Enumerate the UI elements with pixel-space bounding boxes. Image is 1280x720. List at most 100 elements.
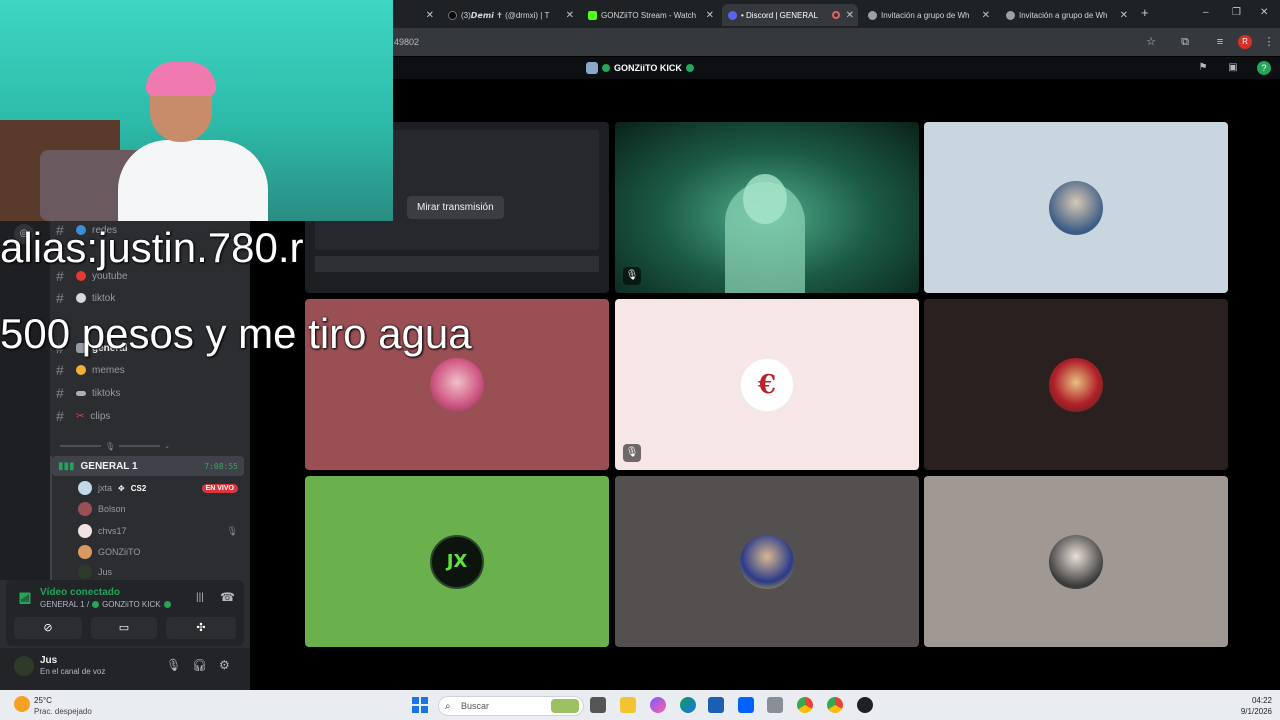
url-text[interactable]: 49802 (394, 37, 419, 47)
clock-time[interactable]: 04:22 (1240, 696, 1272, 705)
task-view-icon[interactable] (590, 697, 606, 713)
channel-tiktok[interactable]: # tiktok (56, 288, 246, 308)
user-avatar[interactable] (14, 656, 34, 676)
user-avatar (78, 565, 92, 579)
disconnect-icon[interactable]: ☎ (220, 590, 235, 604)
activity-tag: CS2 (130, 483, 147, 493)
close-tab-icon[interactable]: ✕ (846, 10, 854, 21)
signal-icon[interactable]: 📶︎ (18, 592, 32, 605)
voice-user-jus[interactable]: Jus (78, 565, 244, 579)
dropbox-icon[interactable] (738, 697, 754, 713)
voice-channel-general-1[interactable]: ▮▮▮ GENERAL 1 7:08:55 (52, 456, 244, 476)
browser-tab-tiktok[interactable]: (3)𝘿𝙚𝙢𝙞 ✝ (@drmxi) | T ✕ (442, 4, 578, 26)
participant-avatar: € (740, 357, 794, 412)
obs-icon[interactable] (857, 697, 873, 713)
browser-tab-whatsapp-2[interactable]: Invitación a grupo de Wh ✕ (1000, 4, 1132, 26)
voice-user-jxta[interactable]: jxta ✥ CS2 EN VIVO (78, 479, 244, 497)
voice-channel-path[interactable]: GENERAL 1 / GONZiiTO KICK (40, 600, 171, 609)
media-icon[interactable]: ≡ (1213, 35, 1227, 49)
participant-avatar (1049, 534, 1103, 589)
voice-user-chvs17[interactable]: chvs17 🎙︎ (78, 522, 244, 540)
activities-button[interactable]: ✣ (166, 617, 236, 639)
participant-tile-6[interactable] (615, 476, 919, 647)
headphones-icon[interactable]: 🎧︎ (192, 658, 207, 672)
weather-condition[interactable]: Prac. despejado (34, 707, 92, 716)
tab-label: Invitación a grupo de Wh (881, 10, 970, 20)
close-window-icon[interactable]: ✕ (1260, 7, 1268, 18)
participant-tile-5[interactable]: JX (305, 476, 609, 647)
user-name[interactable]: Jus (40, 655, 57, 666)
extensions-icon[interactable]: ⧉ (1178, 35, 1192, 49)
toggle-camera-button[interactable]: ⊘ (14, 617, 82, 639)
profile-avatar[interactable]: R (1238, 35, 1252, 49)
weather-sun-icon[interactable] (14, 696, 30, 712)
user-avatar (78, 545, 92, 559)
verified-dot (163, 601, 171, 608)
participant-tile-7[interactable] (924, 476, 1228, 647)
close-tab-icon[interactable]: ✕ (706, 10, 714, 21)
inbox-icon[interactable]: ▣ (1226, 62, 1240, 74)
new-tab-icon[interactable]: + (1141, 5, 1149, 20)
voice-timer: 7:08:55 (204, 461, 238, 471)
chrome-icon[interactable] (797, 697, 813, 713)
discord-icon (728, 10, 737, 20)
participant-tile-4[interactable] (924, 299, 1228, 470)
browser-tab-kick[interactable]: GONZiiTO Stream - Watch ✕ (582, 4, 718, 26)
voice-status[interactable]: Vídeo conectado (40, 587, 120, 598)
share-screen-button[interactable]: ▭ (91, 617, 157, 639)
watch-stream-button[interactable]: Mirar transmisión (407, 196, 504, 219)
copilot-icon[interactable] (650, 697, 666, 713)
voice-user-bolson[interactable]: Bolson (78, 500, 244, 518)
kick-icon (588, 10, 597, 20)
hash-icon: # (56, 290, 64, 306)
user-name: GONZiiTO (98, 547, 141, 557)
category-divider[interactable]: 🎙︎ ⌄ (60, 442, 170, 451)
clock-date[interactable]: 9/1/2026 (1232, 707, 1272, 716)
browser-tab-whatsapp-1[interactable]: Invitación a grupo de Wh ✕ (862, 4, 994, 26)
taskbar-search[interactable]: ⌕ Buscar (438, 696, 584, 716)
edge-icon[interactable] (680, 697, 696, 713)
file-explorer-icon[interactable] (620, 697, 636, 713)
microphone-icon[interactable]: 🎙︎ (166, 658, 181, 672)
user-name: chvs17 (98, 526, 127, 536)
app-icon[interactable] (767, 697, 783, 713)
server-list (0, 220, 50, 580)
game-icon: ✥ (118, 483, 125, 493)
channel-clips[interactable]: # ✂ clips (56, 406, 246, 426)
search-placeholder: Buscar (461, 701, 490, 711)
close-tab-icon[interactable]: ✕ (1120, 10, 1128, 21)
help-icon[interactable]: ? (1257, 61, 1271, 75)
close-tab-icon[interactable]: ✕ (566, 10, 574, 21)
channel-label: tiktoks (92, 387, 121, 399)
call-name: GONZiiTO KICK (614, 63, 682, 73)
call-title: GONZiiTO KICK (586, 62, 694, 74)
user-status: En el canal de voz (40, 667, 106, 676)
search-highlight-image (551, 699, 579, 713)
voice-user-gonziito[interactable]: GONZiiTO (78, 543, 244, 561)
flag-icon[interactable]: ⚑ (1196, 62, 1210, 74)
browser-tab-partial[interactable]: ✕ (393, 4, 438, 26)
youtube-icon (76, 271, 86, 281)
hash-icon: # (56, 385, 64, 401)
channel-label: clips (90, 410, 111, 422)
weather-temperature[interactable]: 25°C (34, 696, 52, 705)
channel-tiktoks[interactable]: # tiktoks (56, 383, 246, 403)
close-tab-icon[interactable]: ✕ (982, 10, 990, 21)
restore-icon[interactable]: ❐ (1232, 7, 1241, 18)
browser-tab-discord[interactable]: • Discord | GENERAL ✕ (722, 4, 858, 26)
minimize-icon[interactable]: – (1203, 7, 1209, 18)
windows-start-icon[interactable] (412, 697, 428, 713)
menu-icon[interactable]: ⋮ (1262, 35, 1276, 49)
camera-feed-tile[interactable]: 🎙︎ (615, 122, 919, 293)
channel-memes[interactable]: # memes (56, 360, 246, 380)
close-tab-icon[interactable]: ✕ (426, 10, 434, 21)
store-icon[interactable] (708, 697, 724, 713)
noise-suppression-icon[interactable]: ||| (196, 592, 204, 603)
user-name: Bolson (98, 504, 126, 514)
star-icon[interactable]: ☆ (1144, 35, 1158, 49)
server-icon (586, 62, 598, 74)
participant-tile-3[interactable]: € 🎙︎ (615, 299, 919, 470)
chrome-icon-2[interactable] (827, 697, 843, 713)
participant-tile-1[interactable] (924, 122, 1228, 293)
settings-gear-icon[interactable]: ⚙ (219, 658, 230, 672)
